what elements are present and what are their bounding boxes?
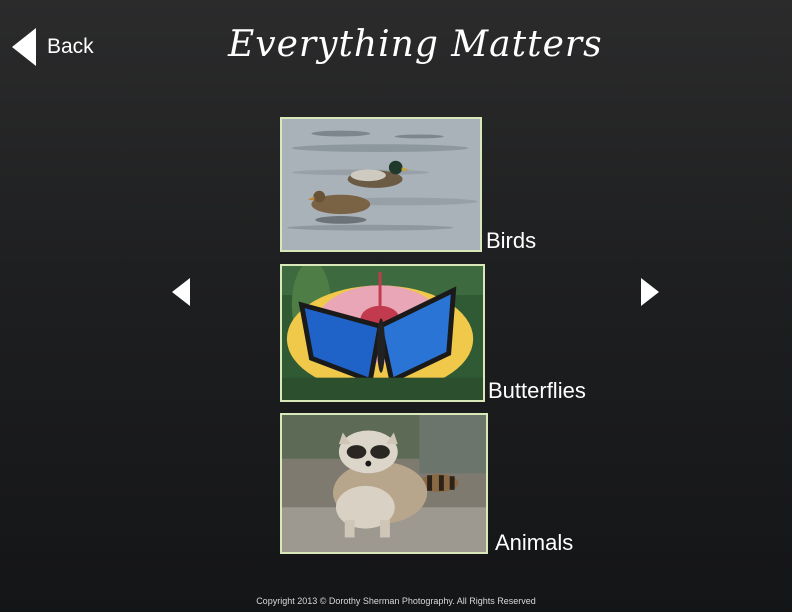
animals-label[interactable]: Animals bbox=[495, 530, 573, 556]
birds-label[interactable]: Birds bbox=[486, 228, 536, 254]
ducks-swimming-photo bbox=[282, 119, 480, 250]
right-arrow-icon[interactable] bbox=[641, 278, 659, 306]
back-label: Back bbox=[47, 35, 94, 58]
back-button[interactable]: Back bbox=[12, 28, 94, 66]
birds-thumbnail[interactable] bbox=[280, 117, 482, 252]
back-triangle-icon bbox=[12, 28, 36, 66]
animals-thumbnail[interactable] bbox=[280, 413, 488, 554]
blue-butterfly-on-hibiscus-photo bbox=[282, 266, 483, 400]
raccoon-photo bbox=[282, 415, 486, 552]
copyright-footer: Copyright 2013 © Dorothy Sherman Photogr… bbox=[256, 596, 536, 606]
page-title: Everything Matters bbox=[228, 24, 603, 65]
butterflies-label[interactable]: Butterflies bbox=[488, 378, 586, 404]
left-arrow-icon[interactable] bbox=[172, 278, 190, 306]
butterflies-thumbnail[interactable] bbox=[280, 264, 485, 402]
